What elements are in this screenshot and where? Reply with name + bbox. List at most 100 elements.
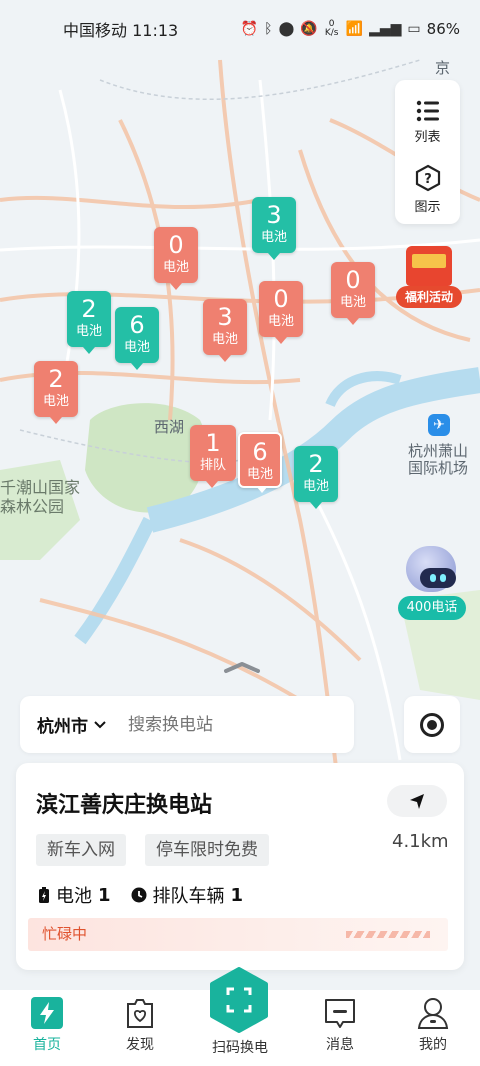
marker-label: 电池	[123, 340, 150, 355]
marker-count: 6	[252, 438, 268, 466]
marker-label: 电池	[260, 230, 287, 245]
marker-count: 2	[81, 295, 97, 323]
search-input[interactable]	[128, 714, 328, 735]
battery-icon: ▭	[407, 21, 421, 37]
station-name: 滨江善庆庄换电站	[36, 793, 213, 818]
busy-status-text: 忙碌中	[42, 925, 88, 943]
nav-messages-label: 消息	[326, 1037, 354, 1053]
station-marker[interactable]: 0 电池	[154, 227, 198, 290]
location-icon: ⬤	[278, 21, 295, 37]
marker-label: 电池	[246, 467, 273, 482]
station-marker[interactable]: 6 电池	[115, 307, 159, 370]
marker-count: 0	[168, 231, 184, 259]
map-label-jing: 京	[435, 59, 451, 77]
marker-label: 电池	[162, 260, 189, 275]
profile-icon	[417, 998, 449, 1029]
station-tag: 停车限时免费	[145, 834, 269, 866]
service-label: 400电话	[398, 596, 466, 620]
station-marker[interactable]: 2 电池	[294, 446, 338, 509]
promo-button[interactable]: 福利活动	[396, 246, 464, 312]
signal-icon: ▂▄▆	[369, 21, 402, 37]
nav-discover-label: 发现	[126, 1037, 154, 1053]
nav-me-label: 我的	[419, 1037, 447, 1053]
city-label: 杭州市	[37, 717, 88, 737]
station-marker[interactable]: 2 电池	[67, 291, 111, 354]
carrier-time: 中国移动 11:13	[63, 21, 179, 40]
svg-text:?: ?	[424, 172, 432, 187]
station-distance: 4.1km	[392, 831, 449, 852]
marker-count: 2	[308, 450, 324, 478]
legend-label: 图示	[414, 200, 441, 215]
busy-status-bar: 忙碌中	[28, 918, 448, 951]
chevron-down-icon	[94, 720, 106, 728]
marker-count: 0	[273, 285, 289, 313]
nav-scan-label: 扫码换电	[212, 1040, 268, 1056]
queue-stat-count: 1	[230, 884, 244, 906]
scan-swap-button[interactable]	[208, 967, 270, 1033]
marker-count: 1	[205, 429, 221, 457]
message-icon	[325, 999, 355, 1028]
list-icon	[416, 100, 439, 122]
station-marker[interactable]: 3 电池	[252, 197, 296, 260]
search-bar: 杭州市	[20, 696, 354, 753]
station-tag: 新车入网	[36, 834, 126, 866]
station-card[interactable]: 滨江善庆庄换电站 4.1km 新车入网 停车限时免费 电池 1 排队车辆 1 忙…	[16, 763, 464, 970]
marker-label: 电池	[211, 332, 238, 347]
navigate-button[interactable]	[387, 785, 447, 817]
city-selector[interactable]: 杭州市	[37, 712, 106, 737]
map-tools-panel: 列表 ? 图示	[395, 80, 460, 224]
expand-handle-icon[interactable]	[222, 660, 262, 674]
queue-stat: 排队车辆 1	[131, 882, 244, 908]
legend-button[interactable]: ? 图示	[395, 164, 460, 215]
battery-stat-label: 电池	[56, 886, 92, 907]
marker-label: 电池	[302, 479, 329, 494]
promo-label: 福利活动	[396, 286, 462, 308]
map-label-airport: 杭州萧山 国际机场	[408, 442, 469, 477]
marker-label: 电池	[267, 314, 294, 329]
mute-icon: 🔕	[300, 21, 318, 37]
nav-discover[interactable]: 发现	[100, 990, 180, 1054]
nav-home-label: 首页	[33, 1037, 61, 1053]
battery-stat: 电池 1	[38, 882, 111, 908]
navigate-arrow-icon	[410, 794, 424, 809]
nav-me[interactable]: 我的	[393, 990, 473, 1054]
marker-label: 电池	[75, 324, 102, 339]
marker-count: 3	[266, 201, 282, 229]
busy-stripes	[346, 931, 430, 938]
battery-percent: 86%	[426, 20, 460, 38]
station-stats: 电池 1 排队车辆 1	[38, 882, 263, 908]
marker-label: 排队	[199, 458, 226, 473]
marker-count: 2	[48, 365, 64, 393]
map-label-park: 千潮山国家 森林公园	[0, 478, 81, 516]
bluetooth-icon: ᛒ	[264, 21, 273, 37]
airport-icon: ✈	[428, 414, 450, 436]
station-marker[interactable]: 1 排队	[190, 425, 236, 488]
alarm-icon: ⏰	[240, 21, 259, 37]
list-view-button[interactable]: 列表	[395, 100, 460, 145]
marker-count: 3	[217, 303, 233, 331]
locate-icon	[420, 713, 444, 737]
red-envelope-icon	[406, 246, 452, 286]
home-bolt-icon	[31, 997, 63, 1029]
battery-charge-icon	[39, 887, 49, 903]
station-marker[interactable]: 0 电池	[259, 281, 303, 344]
station-marker[interactable]: 3 电池	[203, 299, 247, 362]
customer-service-button[interactable]: 400电话	[398, 540, 466, 622]
nav-messages[interactable]: 消息	[300, 990, 380, 1054]
locate-me-button[interactable]	[404, 696, 460, 753]
discover-icon	[127, 999, 153, 1028]
battery-stat-count: 1	[98, 884, 111, 906]
marker-count: 0	[345, 266, 361, 294]
station-marker[interactable]: 2 电池	[34, 361, 78, 424]
robot-icon	[406, 546, 456, 592]
queue-stat-label: 排队车辆	[152, 886, 225, 907]
station-marker[interactable]: 0 电池	[331, 262, 375, 325]
status-bar: 中国移动 11:13 ⏰ ᛒ ⬤ 🔕 0 K/s 📶 ▂▄▆ ▭ 86%	[0, 0, 480, 58]
clock-icon	[131, 887, 147, 903]
station-marker[interactable]: 6 电池	[238, 432, 282, 493]
legend-hexagon-icon: ?	[415, 164, 440, 192]
nav-home[interactable]: 首页	[7, 990, 87, 1054]
net-speed: 0 K/s	[324, 19, 339, 38]
wifi-icon: 📶	[345, 21, 364, 37]
map-label-xihu: 西湖	[154, 418, 185, 436]
